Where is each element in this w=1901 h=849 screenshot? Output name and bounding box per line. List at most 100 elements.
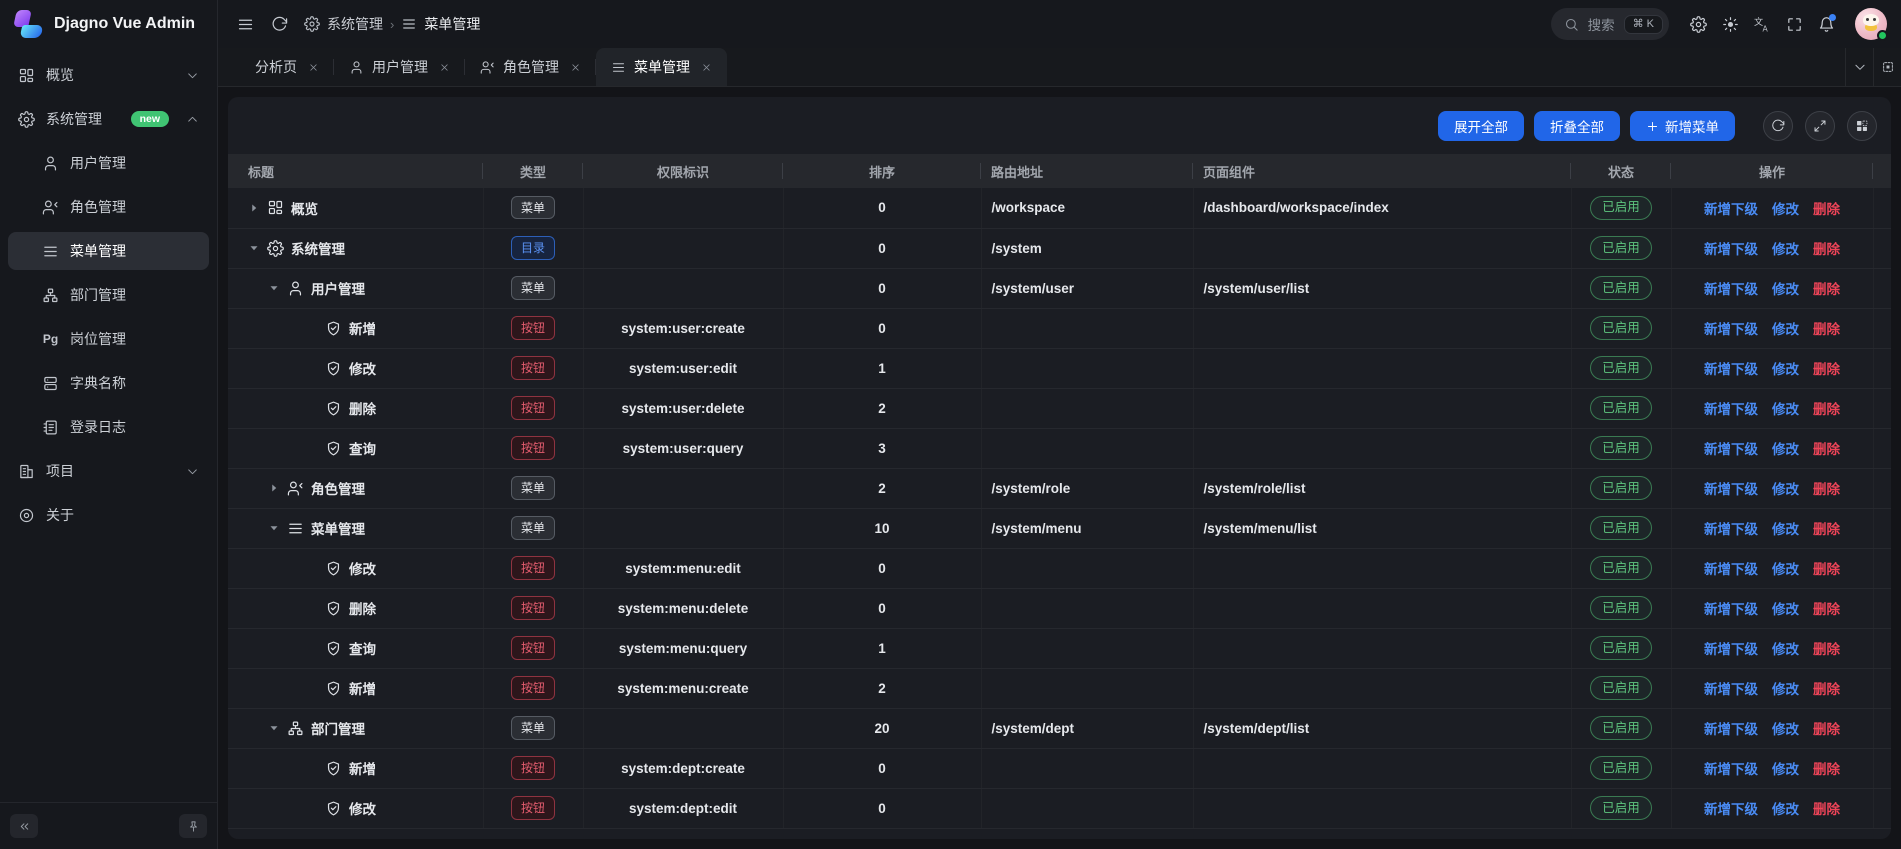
sidebar-item-5[interactable]: 部门管理 bbox=[8, 276, 209, 314]
row-action-2[interactable]: 删除 bbox=[1813, 682, 1840, 697]
component-cell: /system/role/list bbox=[1193, 468, 1571, 508]
tabs: 分析页 用户管理 角色管理 菜单管理 bbox=[240, 48, 727, 86]
row-action-1[interactable]: 修改 bbox=[1772, 762, 1799, 777]
row-action-0[interactable]: 新增下级 bbox=[1704, 562, 1758, 577]
row-action-0[interactable]: 新增下级 bbox=[1704, 522, 1758, 537]
tab-2[interactable]: 角色管理 bbox=[465, 48, 596, 86]
sidebar-item-7[interactable]: 字典名称 bbox=[8, 364, 209, 402]
sidebar-item-10[interactable]: 关于 bbox=[8, 496, 209, 534]
row-action-1[interactable]: 修改 bbox=[1772, 562, 1799, 577]
tree-toggle-collapsed[interactable] bbox=[268, 482, 280, 494]
row-action-2[interactable]: 删除 bbox=[1813, 442, 1840, 457]
row-action-1[interactable]: 修改 bbox=[1772, 202, 1799, 217]
row-action-0[interactable]: 新增下级 bbox=[1704, 322, 1758, 337]
tab-1[interactable]: 用户管理 bbox=[334, 48, 465, 86]
row-action-1[interactable]: 修改 bbox=[1772, 362, 1799, 377]
row-action-1[interactable]: 修改 bbox=[1772, 522, 1799, 537]
collapse-all-button[interactable]: 折叠全部 bbox=[1534, 111, 1620, 141]
row-action-2[interactable]: 删除 bbox=[1813, 762, 1840, 777]
sidebar-item-6[interactable]: Pg 岗位管理 bbox=[8, 320, 209, 358]
row-action-2[interactable]: 删除 bbox=[1813, 242, 1840, 257]
row-action-2[interactable]: 删除 bbox=[1813, 602, 1840, 617]
row-action-2[interactable]: 删除 bbox=[1813, 362, 1840, 377]
sidebar-item-2[interactable]: 用户管理 bbox=[8, 144, 209, 182]
breadcrumb-item-0[interactable]: 系统管理 bbox=[304, 14, 383, 34]
status-cell: 已启用 bbox=[1571, 228, 1671, 268]
sidebar-item-4[interactable]: 菜单管理 bbox=[8, 232, 209, 270]
topbar-bell-button[interactable] bbox=[1811, 9, 1841, 39]
topbar-sun-button[interactable] bbox=[1715, 9, 1745, 39]
row-action-2[interactable]: 删除 bbox=[1813, 482, 1840, 497]
row-action-1[interactable]: 修改 bbox=[1772, 602, 1799, 617]
row-action-1[interactable]: 修改 bbox=[1772, 482, 1799, 497]
column-settings-button[interactable] bbox=[1847, 111, 1877, 141]
row-action-0[interactable]: 新增下级 bbox=[1704, 442, 1758, 457]
row-action-2[interactable]: 删除 bbox=[1813, 202, 1840, 217]
tree-toggle-expanded[interactable] bbox=[268, 722, 280, 734]
expand-all-button[interactable]: 展开全部 bbox=[1438, 111, 1524, 141]
sidebar-item-1[interactable]: 系统管理 new bbox=[8, 100, 209, 138]
row-action-2[interactable]: 删除 bbox=[1813, 802, 1840, 817]
sort-cell: 0 bbox=[783, 228, 981, 268]
row-action-1[interactable]: 修改 bbox=[1772, 282, 1799, 297]
row-action-2[interactable]: 删除 bbox=[1813, 522, 1840, 537]
row-action-2[interactable]: 删除 bbox=[1813, 282, 1840, 297]
table-fullscreen-button[interactable] bbox=[1805, 111, 1835, 141]
tree-toggle-expanded[interactable] bbox=[248, 242, 260, 254]
row-action-0[interactable]: 新增下级 bbox=[1704, 802, 1758, 817]
table-row-9: 修改 按钮 system:menu:edit 0 已启用 新增下级修改删除 bbox=[228, 548, 1891, 588]
tree-toggle-collapsed[interactable] bbox=[248, 202, 260, 214]
sidebar-item-0[interactable]: 概览 bbox=[8, 56, 209, 94]
row-action-1[interactable]: 修改 bbox=[1772, 322, 1799, 337]
row-action-0[interactable]: 新增下级 bbox=[1704, 242, 1758, 257]
content-maximize-button[interactable] bbox=[1873, 48, 1901, 86]
row-action-0[interactable]: 新增下级 bbox=[1704, 602, 1758, 617]
row-action-1[interactable]: 修改 bbox=[1772, 802, 1799, 817]
sidebar-pin-button[interactable] bbox=[179, 814, 207, 838]
type-badge: 菜单 bbox=[511, 196, 555, 219]
row-action-0[interactable]: 新增下级 bbox=[1704, 682, 1758, 697]
sidebar-collapse-button[interactable] bbox=[10, 814, 38, 838]
row-action-0[interactable]: 新增下级 bbox=[1704, 482, 1758, 497]
row-action-2[interactable]: 删除 bbox=[1813, 322, 1840, 337]
topbar-gear-button[interactable] bbox=[1683, 9, 1713, 39]
row-action-1[interactable]: 修改 bbox=[1772, 722, 1799, 737]
row-action-0[interactable]: 新增下级 bbox=[1704, 282, 1758, 297]
row-action-0[interactable]: 新增下级 bbox=[1704, 762, 1758, 777]
row-action-0[interactable]: 新增下级 bbox=[1704, 722, 1758, 737]
row-action-2[interactable]: 删除 bbox=[1813, 402, 1840, 417]
row-action-1[interactable]: 修改 bbox=[1772, 242, 1799, 257]
topbar-translate-button[interactable]: 文A bbox=[1747, 9, 1777, 39]
avatar[interactable] bbox=[1855, 8, 1887, 40]
perm-cell bbox=[583, 468, 783, 508]
breadcrumb-item-1[interactable]: 菜单管理 bbox=[401, 14, 480, 34]
tab-3[interactable]: 菜单管理 bbox=[596, 48, 727, 86]
table-refresh-button[interactable] bbox=[1763, 111, 1793, 141]
row-action-2[interactable]: 删除 bbox=[1813, 562, 1840, 577]
tree-toggle-expanded[interactable] bbox=[268, 282, 280, 294]
tab-0[interactable]: 分析页 bbox=[240, 48, 334, 86]
sidebar-item-8[interactable]: 登录日志 bbox=[8, 408, 209, 446]
search-input[interactable]: 搜索 ⌘ K bbox=[1551, 8, 1669, 40]
sidebar-item-9[interactable]: 项目 bbox=[8, 452, 209, 490]
row-action-1[interactable]: 修改 bbox=[1772, 442, 1799, 457]
tabs-dropdown-button[interactable] bbox=[1845, 48, 1873, 86]
row-action-1[interactable]: 修改 bbox=[1772, 402, 1799, 417]
row-action-0[interactable]: 新增下级 bbox=[1704, 202, 1758, 217]
tabbar: 分析页 用户管理 角色管理 菜单管理 bbox=[218, 48, 1901, 87]
sidebar-item-3[interactable]: 角色管理 bbox=[8, 188, 209, 226]
spacer-cell bbox=[1873, 348, 1891, 388]
row-action-2[interactable]: 删除 bbox=[1813, 722, 1840, 737]
row-action-0[interactable]: 新增下级 bbox=[1704, 362, 1758, 377]
topbar-fullscreen-button[interactable] bbox=[1779, 9, 1809, 39]
row-action-2[interactable]: 删除 bbox=[1813, 642, 1840, 657]
logo-row[interactable]: Djagno Vue Admin bbox=[0, 0, 217, 48]
row-action-1[interactable]: 修改 bbox=[1772, 642, 1799, 657]
row-action-1[interactable]: 修改 bbox=[1772, 682, 1799, 697]
row-action-0[interactable]: 新增下级 bbox=[1704, 642, 1758, 657]
tree-toggle-expanded[interactable] bbox=[268, 522, 280, 534]
refresh-page-button[interactable] bbox=[264, 9, 294, 39]
add-menu-button[interactable]: 新增菜单 bbox=[1630, 111, 1735, 141]
sidebar-toggle-button[interactable] bbox=[230, 9, 260, 39]
row-action-0[interactable]: 新增下级 bbox=[1704, 402, 1758, 417]
